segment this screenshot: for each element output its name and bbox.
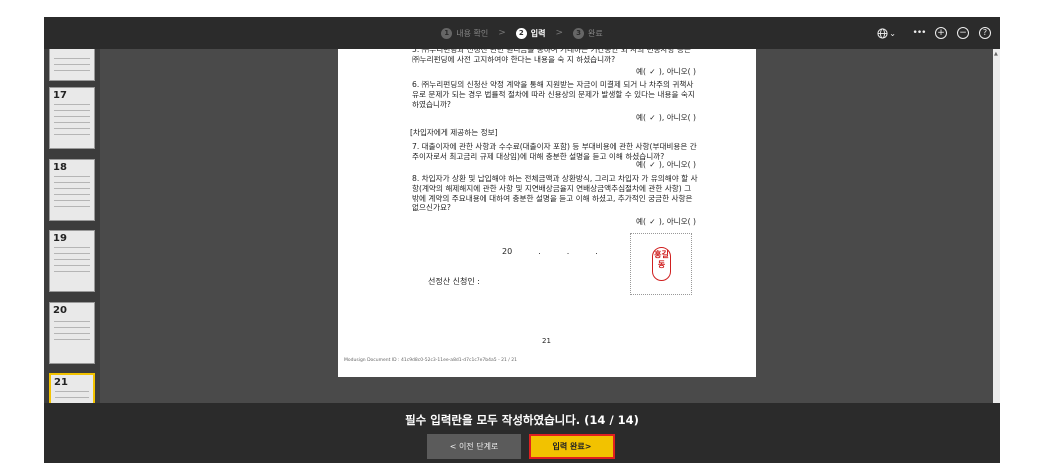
step-2-number: 2 [515,27,527,39]
step-separator: > [555,28,564,38]
thumbnail-number: 17 [53,90,67,101]
globe-icon [877,27,888,39]
page-number: 21 [542,337,551,345]
help-icon: ? [979,27,991,39]
question-8: 8. 차입자가 상환 및 납입해야 하는 전체금액과 상환방식, 그리고 차입자… [412,174,698,213]
toolbar: ⌄ ••• + − ? [877,17,992,49]
more-icon: ••• [912,28,927,38]
help-button[interactable]: ? [978,26,992,40]
date-dot: . [595,247,598,256]
check-icon: ✓ [649,217,656,226]
no-label: ), 아니오( ) [658,67,696,76]
top-bar: 1 내용 확인 > 2 입력 > 3 완료 ⌄ ••• + − ? [44,17,1000,49]
thumbnail-number: 18 [53,162,67,173]
yes-label: 예( [635,67,646,76]
step-1: 1 내용 확인 [441,27,489,39]
date-field[interactable]: 20... [502,247,624,256]
question-5: 5. ㈜누리펀딩과 신청산 관련 원리금을 통하여 거래하는 기간동안 외 사의… [412,49,691,64]
zoom-out-icon: − [957,27,969,39]
answer-8[interactable]: 예(✓), 아니오( ) [636,216,696,227]
yes-label: 예( [635,113,646,122]
completion-status: 필수 입력란을 모두 작성하였습니다. (14 / 14) [405,413,639,427]
zoom-out-button[interactable]: − [956,26,970,40]
language-button[interactable]: ⌄ [877,26,896,40]
yes-label: 예( [635,217,646,226]
previous-step-button[interactable]: < 이전 단계로 [427,434,521,459]
question-6: 6. ㈜누리펀딩의 신청산 약정 계약을 통해 지원받는 자금이 미결제 되거 … [412,80,695,109]
date-dot: . [566,247,570,256]
seal-stamp: 홍길동 [652,247,671,281]
no-label: ), 아니오( ) [658,113,696,122]
step-1-label: 내용 확인 [456,28,489,38]
thumbnail-number: 21 [54,377,68,388]
date-year: 20 [502,247,513,256]
answer-7[interactable]: 예(✓), 아니오( ) [636,159,696,170]
check-icon: ✓ [649,160,656,169]
step-2: 2 입력 [515,27,546,39]
bottom-bar: 필수 입력란을 모두 작성하였습니다. (14 / 14) < 이전 단계로 입… [44,403,1000,463]
zoom-in-icon: + [935,27,947,39]
signing-app: 1 내용 확인 > 2 입력 > 3 완료 ⌄ ••• + − ? 17 18 … [44,17,1000,463]
step-3-number: 3 [573,27,585,39]
answer-6[interactable]: 예(✓), 아니오( ) [636,112,696,123]
seal-text: 홍길동 [654,250,669,269]
answer-5[interactable]: 예(✓), 아니오( ) [636,66,696,77]
step-2-label: 입력 [530,28,546,38]
step-separator: > [498,28,506,38]
no-label: ), 아니오( ) [658,160,696,169]
scroll-up-icon[interactable]: ▲ [994,51,998,57]
yes-label: 예( [635,160,646,169]
check-icon: ✓ [649,67,656,76]
date-dot: . [538,247,541,256]
thumbnail-number: 20 [53,305,67,316]
page-thumbnail[interactable]: 20 [49,302,95,364]
complete-input-button[interactable]: 입력 완료> [529,434,615,459]
more-button[interactable]: ••• [912,26,927,40]
step-3: 3 완료 [573,27,603,39]
page-thumbnail[interactable]: 18 [49,159,95,221]
zoom-in-button[interactable]: + [934,26,948,40]
page-thumbnail-sidebar: 17 18 19 20 21 [44,49,100,403]
step-indicator: 1 내용 확인 > 2 입력 > 3 완료 [44,17,1000,49]
page-thumbnail[interactable]: 17 [49,87,95,149]
page-thumbnail[interactable] [49,49,95,81]
document-id: Modusign Document ID : 41c9d8c0-52c3-11e… [344,358,517,363]
applicant-label: 선정산 신청인 : [428,277,480,286]
page-thumbnail[interactable]: 19 [49,230,95,292]
signature-box[interactable]: 홍길동 [630,233,692,295]
check-icon: ✓ [649,113,656,122]
page-thumbnail-selected[interactable]: 21 [49,373,95,403]
no-label: ), 아니오( ) [658,217,696,226]
thumbnail-number: 19 [53,233,67,244]
step-1-number: 1 [441,27,453,39]
chevron-down-icon: ⌄ [889,28,896,38]
document-page: 5. ㈜누리펀딩과 신청산 관련 원리금을 통하여 거래하는 기간동안 외 사의… [338,49,756,377]
section-heading: [차입자에게 제공하는 정보] [410,128,498,137]
step-3-label: 완료 [588,28,603,38]
vertical-scrollbar[interactable]: ▲ [993,49,1000,403]
